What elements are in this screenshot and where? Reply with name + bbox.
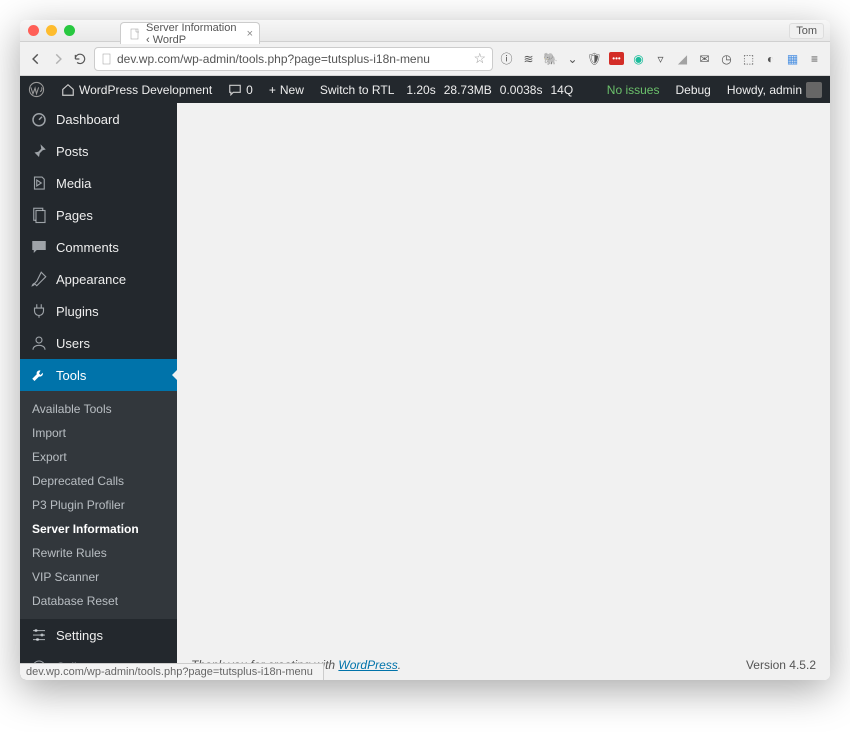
comment-icon [30, 238, 48, 256]
plus-icon: + [269, 83, 276, 97]
sliders-icon [30, 626, 48, 644]
browser-tab[interactable]: Server Information ‹ WordP × [120, 22, 260, 44]
menu-dashboard[interactable]: Dashboard [20, 103, 177, 135]
traffic-lights [28, 25, 75, 36]
wordpress-link[interactable]: WordPress [338, 658, 397, 672]
wrench-icon [30, 366, 48, 384]
tools-submenu: Available Tools Import Export Deprecated… [20, 391, 177, 619]
menu-tools[interactable]: Tools [20, 359, 177, 391]
close-dot[interactable] [28, 25, 39, 36]
media-icon [30, 174, 48, 192]
admin-sidebar: Dashboard Posts Media Pages Comments App… [20, 103, 177, 680]
submenu-dbreset[interactable]: Database Reset [20, 589, 177, 613]
submenu-available-tools[interactable]: Available Tools [20, 397, 177, 421]
perf-mem: 28.73MB [440, 76, 496, 103]
footer-version: Version 4.5.2 [746, 658, 816, 672]
issues-link[interactable]: No issues [599, 76, 668, 103]
perf-time: 1.20s [402, 76, 439, 103]
extension-icons: ⓘ ≋ 🐘 ⌄ 🛡 ••• ◉ ▿ ◢ ✉ ◷ ⬚ ◐ ▦ ≡ [499, 51, 822, 66]
comments-link[interactable]: 0 [220, 76, 261, 103]
mail-icon[interactable]: ✉ [697, 51, 712, 66]
perf-q: 14Q [546, 76, 577, 103]
comment-icon [228, 83, 242, 97]
submenu-vip[interactable]: VIP Scanner [20, 565, 177, 589]
bookmark-star-icon[interactable]: ☆ [473, 50, 486, 67]
wp-adminbar: WordPress Development 0 +New Switch to R… [20, 76, 830, 103]
avatar [806, 82, 822, 98]
browser-window: Server Information ‹ WordP × Tom dev.wp.… [20, 20, 830, 680]
ext-icon-9[interactable]: ◢ [675, 51, 690, 66]
main-content: Thank you for creating with WordPress. V… [177, 103, 830, 680]
shield-icon[interactable]: 🛡 [587, 51, 602, 66]
info-icon[interactable]: ⓘ [499, 51, 514, 66]
pocket-icon[interactable]: ⌄ [565, 51, 580, 66]
buffer-icon[interactable]: ≋ [521, 51, 536, 66]
brush-icon [30, 270, 48, 288]
menu-media[interactable]: Media [20, 167, 177, 199]
ext-icon-8[interactable]: ▿ [653, 51, 668, 66]
submenu-rewrite[interactable]: Rewrite Rules [20, 541, 177, 565]
menu-comments[interactable]: Comments [20, 231, 177, 263]
reload-button[interactable] [72, 51, 88, 67]
menu-posts[interactable]: Posts [20, 135, 177, 167]
mac-titlebar: Server Information ‹ WordP × Tom [20, 20, 830, 42]
perf-db: 0.0038s [496, 76, 547, 103]
zoom-dot[interactable] [64, 25, 75, 36]
submenu-p3[interactable]: P3 Plugin Profiler [20, 493, 177, 517]
back-button[interactable] [28, 51, 44, 67]
ext-icon-14[interactable]: ▦ [785, 51, 800, 66]
menu-icon[interactable]: ≡ [807, 51, 822, 66]
menu-settings[interactable]: Settings [20, 619, 177, 651]
menu-users[interactable]: Users [20, 327, 177, 359]
new-link[interactable]: +New [261, 76, 312, 103]
account-link[interactable]: Howdy, admin [719, 76, 830, 103]
users-icon [30, 334, 48, 352]
profile-chip[interactable]: Tom [789, 23, 824, 39]
url-text: dev.wp.com/wp-admin/tools.php?page=tutsp… [117, 52, 469, 66]
rtl-link[interactable]: Switch to RTL [312, 76, 402, 103]
wp-logo[interactable] [20, 76, 53, 103]
pin-icon [30, 142, 48, 160]
browser-toolbar: dev.wp.com/wp-admin/tools.php?page=tutsp… [20, 42, 830, 76]
close-tab-icon[interactable]: × [247, 28, 253, 40]
ext-icon-11[interactable]: ◷ [719, 51, 734, 66]
ext-icon-7[interactable]: ◉ [631, 51, 646, 66]
submenu-export[interactable]: Export [20, 445, 177, 469]
menu-appearance[interactable]: Appearance [20, 263, 177, 295]
evernote-icon[interactable]: 🐘 [543, 51, 558, 66]
debug-link[interactable]: Debug [667, 76, 718, 103]
dashboard-icon [30, 110, 48, 128]
minimize-dot[interactable] [46, 25, 57, 36]
forward-button[interactable] [50, 51, 66, 67]
browser-statusbar: dev.wp.com/wp-admin/tools.php?page=tutsp… [20, 663, 324, 680]
wp-content: Dashboard Posts Media Pages Comments App… [20, 103, 830, 680]
home-icon [61, 83, 75, 97]
url-bar[interactable]: dev.wp.com/wp-admin/tools.php?page=tutsp… [94, 47, 493, 71]
ext-icon-12[interactable]: ⬚ [741, 51, 756, 66]
page-icon [101, 53, 113, 65]
menu-pages[interactable]: Pages [20, 199, 177, 231]
pages-icon [30, 206, 48, 224]
submenu-deprecated[interactable]: Deprecated Calls [20, 469, 177, 493]
menu-plugins[interactable]: Plugins [20, 295, 177, 327]
submenu-server-info[interactable]: Server Information [20, 517, 177, 541]
plug-icon [30, 302, 48, 320]
submenu-import[interactable]: Import [20, 421, 177, 445]
site-link[interactable]: WordPress Development [53, 76, 220, 103]
lastpass-icon[interactable]: ••• [609, 52, 624, 65]
tab-title: Server Information ‹ WordP [146, 22, 237, 46]
ext-icon-13[interactable]: ◐ [763, 51, 778, 66]
page-icon [129, 28, 141, 40]
